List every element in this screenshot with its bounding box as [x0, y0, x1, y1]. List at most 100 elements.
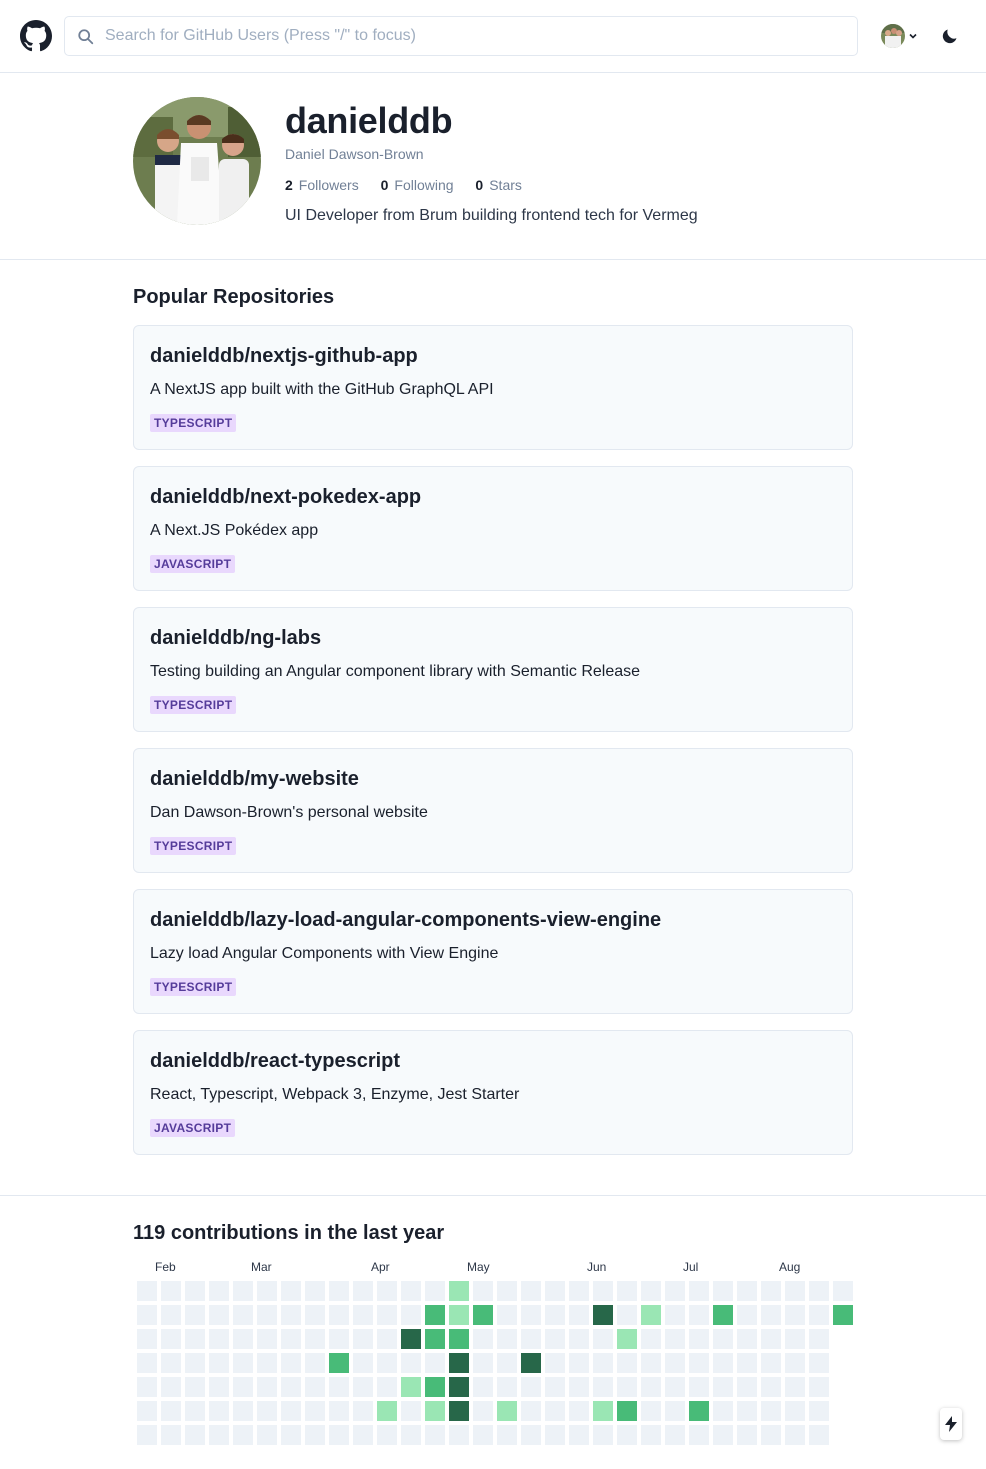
- month-label: Jul: [683, 1260, 699, 1274]
- contribution-day: [209, 1425, 229, 1445]
- contribution-day: [545, 1425, 565, 1445]
- repo-card[interactable]: danielddb/lazy-load-angular-components-v…: [133, 889, 853, 1014]
- contribution-day: [545, 1377, 565, 1397]
- contribution-day: [209, 1353, 229, 1373]
- contribution-day: [137, 1401, 157, 1421]
- contribution-day: [593, 1329, 613, 1349]
- contribution-day: [785, 1401, 805, 1421]
- repo-card[interactable]: danielddb/react-typescript React, Typesc…: [133, 1030, 853, 1155]
- contribution-day: [833, 1281, 853, 1301]
- month-label: Jun: [587, 1260, 607, 1274]
- chevron-down-icon: [909, 33, 917, 39]
- contribution-day: [281, 1401, 301, 1421]
- contribution-day: [497, 1353, 517, 1373]
- contribution-day: [617, 1425, 637, 1445]
- moon-icon[interactable]: [940, 26, 960, 46]
- contribution-day: [209, 1401, 229, 1421]
- contribution-day: [497, 1305, 517, 1325]
- contribution-day: [521, 1377, 541, 1397]
- contribution-day: [641, 1377, 661, 1397]
- contribution-day: [377, 1353, 397, 1373]
- repo-description: React, Typescript, Webpack 3, Enzyme, Je…: [150, 1086, 520, 1103]
- contribution-day: [545, 1401, 565, 1421]
- contribution-day: [425, 1305, 445, 1325]
- month-label: Feb: [155, 1260, 176, 1274]
- month-label: May: [467, 1260, 490, 1274]
- contribution-day: [641, 1305, 661, 1325]
- contribution-day: [473, 1377, 493, 1397]
- contribution-day: [665, 1281, 685, 1301]
- contribution-day: [473, 1353, 493, 1373]
- contribution-day: [497, 1329, 517, 1349]
- contribution-day: [185, 1281, 205, 1301]
- contribution-day: [425, 1281, 445, 1301]
- contribution-day: [377, 1425, 397, 1445]
- contribution-day: [233, 1377, 253, 1397]
- stars-stat[interactable]: 0 Stars: [475, 177, 521, 193]
- contribution-day: [569, 1329, 589, 1349]
- contribution-day: [617, 1401, 637, 1421]
- contribution-day: [281, 1377, 301, 1397]
- repo-description: Dan Dawson-Brown's personal website: [150, 804, 428, 821]
- contribution-day: [401, 1353, 421, 1373]
- contribution-day: [161, 1329, 181, 1349]
- contribution-day: [521, 1401, 541, 1421]
- contribution-day: [353, 1305, 373, 1325]
- profile-username: danielddb: [285, 100, 453, 141]
- contribution-day: [473, 1305, 493, 1325]
- contribution-day: [425, 1329, 445, 1349]
- contribution-day: [497, 1401, 517, 1421]
- contribution-day: [761, 1329, 781, 1349]
- contribution-day: [257, 1305, 277, 1325]
- contribution-day: [689, 1329, 709, 1349]
- contribution-day: [185, 1329, 205, 1349]
- repo-name: danielddb/next-pokedex-app: [150, 486, 422, 508]
- contribution-day: [305, 1329, 325, 1349]
- contribution-day: [233, 1281, 253, 1301]
- contribution-day: [713, 1377, 733, 1397]
- contribution-day: [617, 1353, 637, 1373]
- contribution-day: [233, 1353, 253, 1373]
- contribution-day: [689, 1353, 709, 1373]
- contribution-day: [641, 1425, 661, 1445]
- search-input[interactable]: [105, 17, 845, 55]
- contribution-day: [785, 1353, 805, 1373]
- repo-card[interactable]: danielddb/nextjs-github-app A NextJS app…: [133, 325, 853, 450]
- month-label: Apr: [371, 1260, 390, 1274]
- contribution-day: [329, 1401, 349, 1421]
- contribution-day: [257, 1401, 277, 1421]
- contribution-day: [713, 1425, 733, 1445]
- user-menu-button[interactable]: [881, 24, 921, 48]
- contribution-day: [617, 1281, 637, 1301]
- month-label: Aug: [779, 1260, 801, 1274]
- contribution-day: [329, 1281, 349, 1301]
- github-logo-icon[interactable]: [20, 20, 52, 52]
- contribution-day: [449, 1401, 469, 1421]
- contribution-day: [665, 1425, 685, 1445]
- contribution-day: [353, 1425, 373, 1445]
- contribution-day: [737, 1401, 757, 1421]
- contribution-day: [305, 1401, 325, 1421]
- contribution-day: [329, 1329, 349, 1349]
- dev-indicator-button[interactable]: [940, 1408, 962, 1440]
- section-divider: [0, 1195, 986, 1196]
- contribution-day: [353, 1401, 373, 1421]
- repo-name: danielddb/react-typescript: [150, 1050, 401, 1072]
- contribution-day: [809, 1281, 829, 1301]
- profile-avatar: [133, 97, 261, 225]
- contribution-day: [473, 1329, 493, 1349]
- repo-card[interactable]: danielddb/next-pokedex-app A Next.JS Pok…: [133, 466, 853, 591]
- repo-language-badge: TYPESCRIPT: [150, 414, 237, 432]
- contribution-day: [137, 1281, 157, 1301]
- profile-stats: 2 Followers 0 Following 0 Stars: [285, 177, 540, 193]
- contribution-day: [809, 1329, 829, 1349]
- repo-card[interactable]: danielddb/ng-labs Testing building an An…: [133, 607, 853, 732]
- followers-stat[interactable]: 2 Followers: [285, 177, 359, 193]
- repo-description: A Next.JS Pokédex app: [150, 522, 319, 539]
- contribution-day: [185, 1377, 205, 1397]
- contribution-day: [281, 1305, 301, 1325]
- repo-card[interactable]: danielddb/my-website Dan Dawson-Brown's …: [133, 748, 853, 873]
- contribution-day: [785, 1305, 805, 1325]
- following-stat[interactable]: 0 Following: [381, 177, 454, 193]
- contribution-day: [809, 1425, 829, 1445]
